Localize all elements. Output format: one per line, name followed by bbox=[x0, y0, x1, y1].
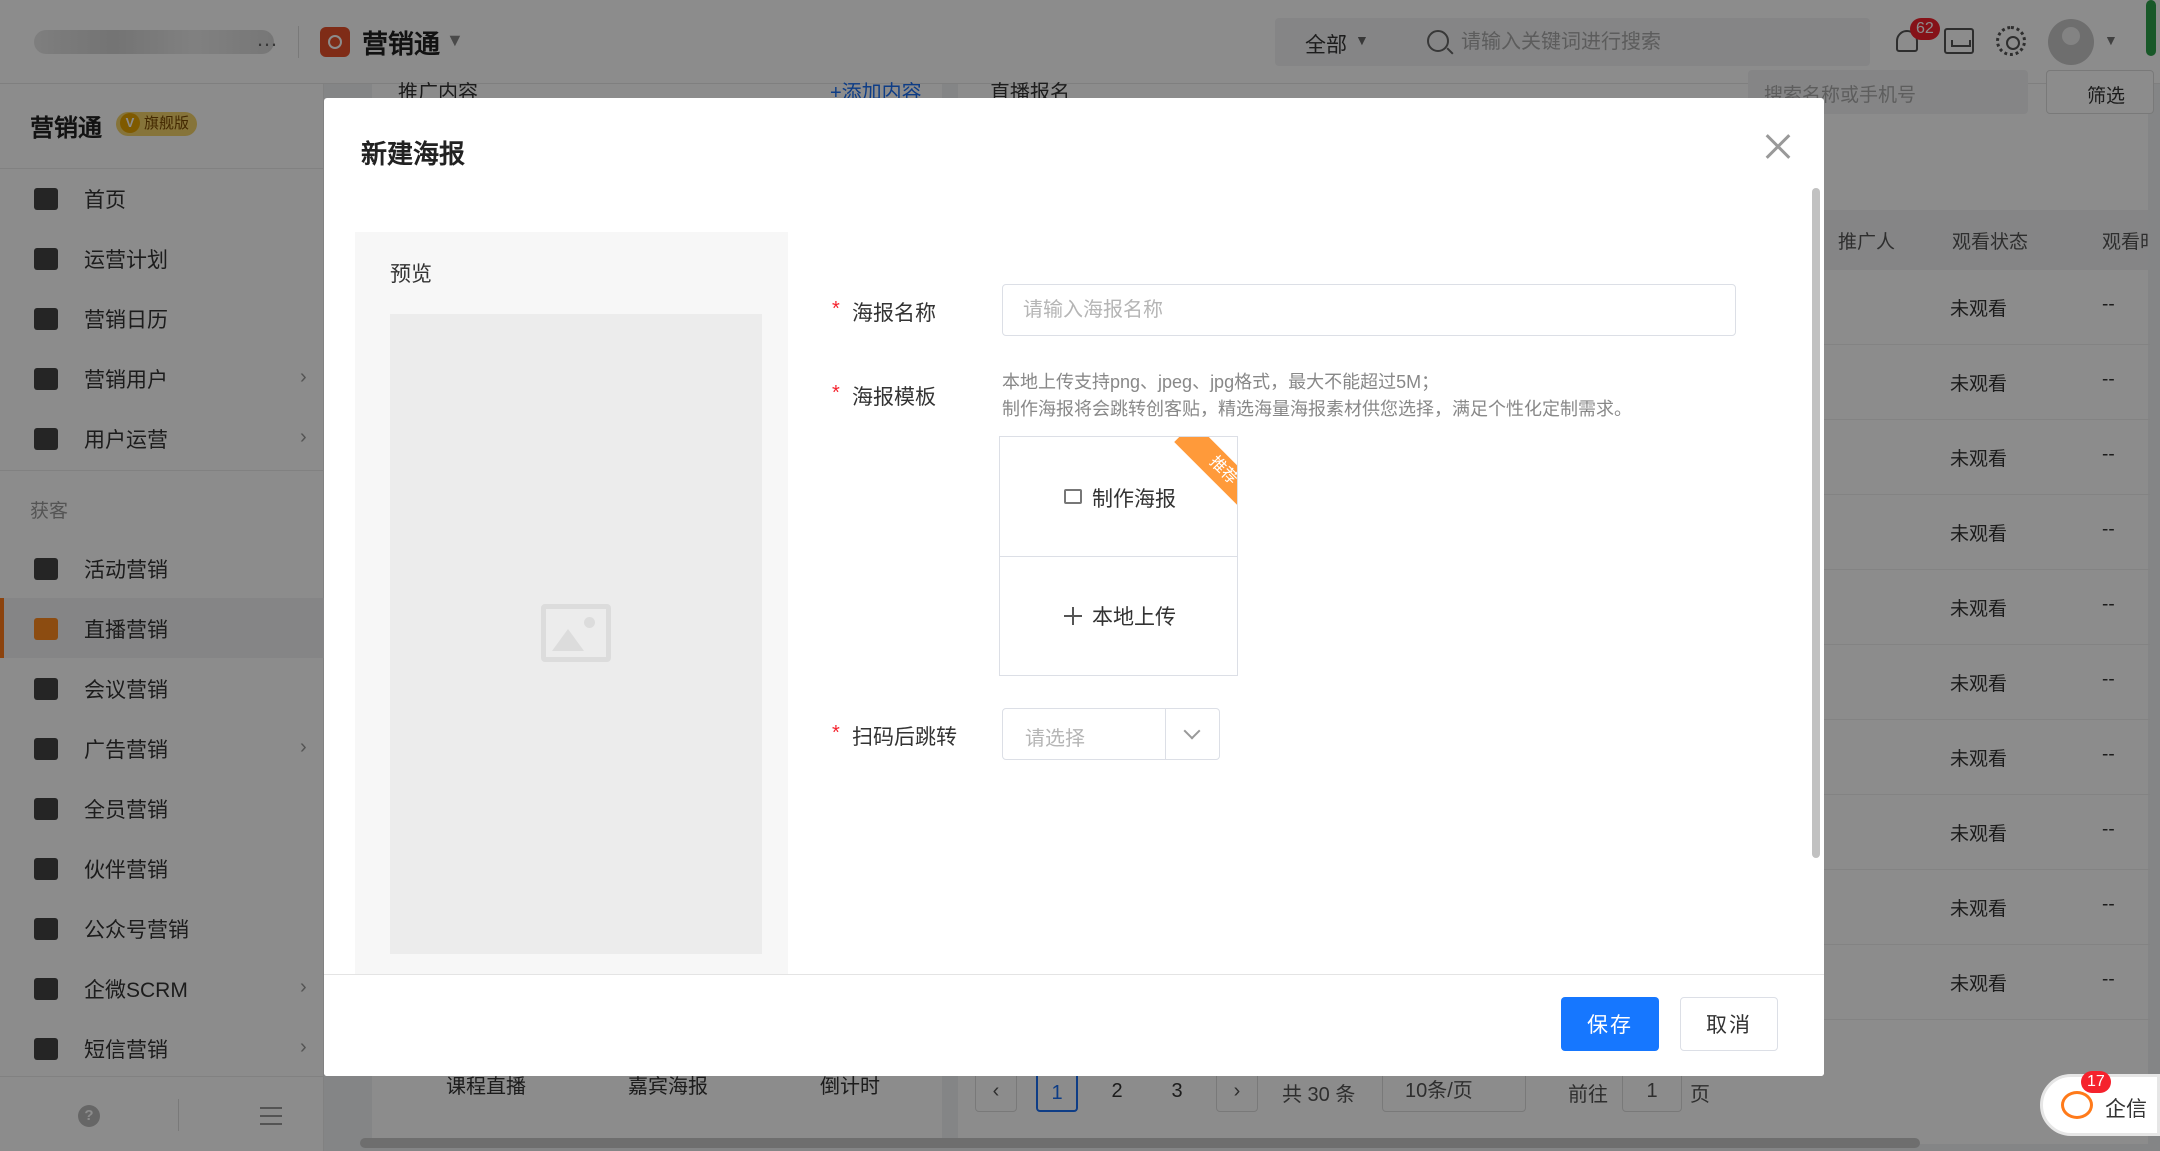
plus-icon bbox=[1064, 607, 1082, 625]
poster-name-label: 海报名称 bbox=[852, 302, 936, 325]
new-poster-dialog: 新建海报 预览 * 海报名称 * 海报模板 本地上传支持png、jpeg、jpg… bbox=[324, 98, 1824, 1076]
redirect-select[interactable]: 请选择 bbox=[1002, 708, 1220, 760]
cancel-button[interactable]: 取消 bbox=[1680, 997, 1778, 1051]
preview-label: 预览 bbox=[390, 263, 432, 286]
poster-preview-area bbox=[390, 314, 762, 954]
close-icon[interactable] bbox=[1762, 130, 1794, 162]
required-mark: * bbox=[832, 382, 840, 404]
recommend-ribbon: 推荐 bbox=[1174, 437, 1237, 520]
template-hint-formats: 本地上传支持png、jpeg、jpg格式，最大不能超过5M； bbox=[1002, 372, 1440, 392]
chevron-down-icon bbox=[1183, 722, 1201, 740]
poster-template-label: 海报模板 bbox=[852, 386, 936, 409]
dialog-footer: 保存 取消 bbox=[324, 974, 1824, 1076]
required-mark: * bbox=[832, 298, 840, 320]
poster-name-input[interactable] bbox=[1002, 284, 1736, 336]
qiwei-chat-float[interactable]: 17 企信 bbox=[2040, 1071, 2160, 1136]
dialog-scrollbar[interactable] bbox=[1812, 188, 1820, 858]
save-button[interactable]: 保存 bbox=[1561, 997, 1659, 1051]
select-divider bbox=[1165, 709, 1166, 759]
make-poster-option[interactable]: 制作海报 推荐 bbox=[1000, 437, 1237, 557]
qiwei-unread-badge: 17 bbox=[2081, 1071, 2111, 1093]
make-poster-label: 制作海报 bbox=[1092, 488, 1176, 511]
qiwei-label: 企信 bbox=[2105, 1098, 2147, 1121]
template-options: 制作海报 推荐 本地上传 bbox=[999, 436, 1238, 676]
required-mark: * bbox=[832, 722, 840, 744]
poster-preview-panel: 预览 bbox=[355, 232, 788, 1074]
local-upload-label: 本地上传 bbox=[1092, 606, 1176, 629]
dialog-title: 新建海报 bbox=[361, 139, 466, 169]
chat-bubble-icon bbox=[2061, 1091, 2093, 1119]
template-hint-chuangkit: 制作海报将会跳转创客贴，精选海量海报素材供您选择，满足个性化定制需求。 bbox=[1002, 399, 1632, 419]
redirect-select-placeholder: 请选择 bbox=[1025, 728, 1085, 750]
local-upload-option[interactable]: 本地上传 bbox=[1000, 557, 1237, 675]
redirect-label: 扫码后跳转 bbox=[852, 726, 957, 749]
picture-icon bbox=[1064, 489, 1082, 504]
image-placeholder-icon bbox=[541, 604, 611, 662]
